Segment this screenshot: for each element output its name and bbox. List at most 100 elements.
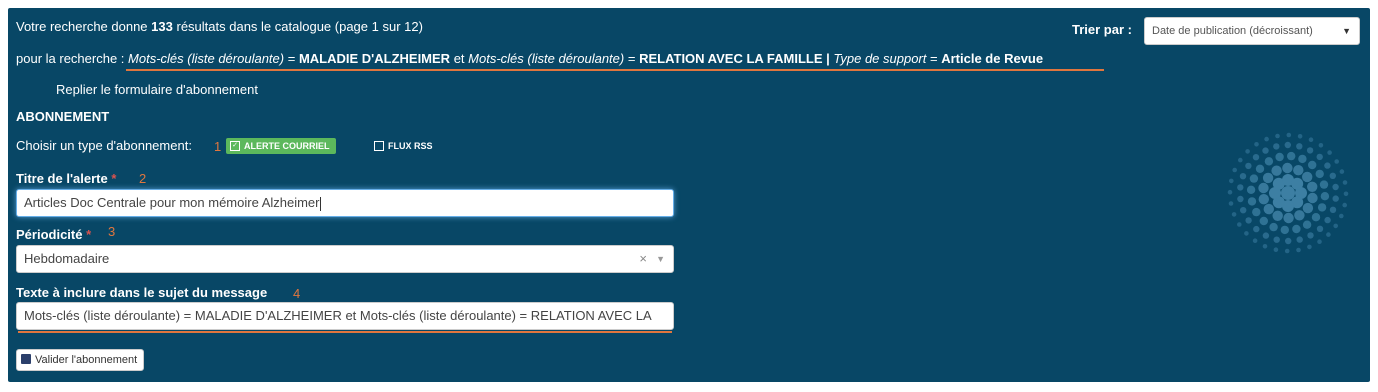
logo-dot xyxy=(1280,225,1289,235)
results-summary: Votre recherche donne 133 résultats dans… xyxy=(16,19,423,34)
collapse-form-link[interactable]: Replier le formulaire d'abonnement xyxy=(56,82,258,97)
floppy-disk-icon xyxy=(21,354,31,365)
periodicity-label-text: Périodicité xyxy=(16,227,83,242)
periodicity-select[interactable]: Hebdomadaire × ▼ xyxy=(16,245,674,273)
logo-dot xyxy=(1269,222,1278,232)
checkbox-checked-icon: ✓ xyxy=(230,140,240,151)
alert-title-label-text: Titre de l'alerte xyxy=(16,171,108,186)
results-suffix: résultats dans le catalogue (page 1 sur … xyxy=(176,19,423,34)
checkbox-icon xyxy=(374,140,384,151)
logo-dot xyxy=(1291,177,1304,190)
logo-dot xyxy=(1317,239,1322,244)
logo-dot xyxy=(1262,232,1270,239)
clear-icon[interactable]: × xyxy=(639,246,647,272)
query-field-1: Mots-clés (liste déroulante) xyxy=(128,51,285,66)
logo-dot xyxy=(1262,147,1269,154)
logo-dot xyxy=(1317,203,1327,212)
required-mark: * xyxy=(86,227,92,242)
logo-dot xyxy=(1302,220,1312,229)
logo-dot xyxy=(1263,203,1274,215)
email-alert-option[interactable]: ✓ ALERTE COURRIEL xyxy=(226,138,336,154)
logo-dot xyxy=(1252,154,1260,161)
logo-dot xyxy=(1252,207,1261,217)
logo-dot xyxy=(1245,217,1252,224)
logo-dot xyxy=(1284,141,1291,149)
logo-dot xyxy=(1308,160,1317,170)
email-alert-label: ALERTE COURRIEL xyxy=(244,141,330,151)
logo-dot xyxy=(1262,244,1268,249)
logo-dot xyxy=(1332,183,1339,191)
logo-dot xyxy=(1307,232,1314,239)
logo-dot xyxy=(1272,210,1283,221)
logo-dot xyxy=(1273,236,1280,243)
logo-dot xyxy=(1240,207,1247,214)
alert-title-input[interactable]: Articles Doc Centrale pour mon mémoire A… xyxy=(16,189,674,217)
logo-dot xyxy=(1308,137,1314,142)
logo-dot xyxy=(1275,152,1284,162)
subject-input[interactable]: Mots-clés (liste déroulante) = MALADIE D… xyxy=(16,302,674,330)
logo-dot xyxy=(1232,167,1237,173)
logo-dot xyxy=(1227,189,1233,195)
step-marker-1: 1 xyxy=(214,139,222,154)
logo-dot xyxy=(1343,191,1349,197)
logo-dot xyxy=(1293,165,1304,176)
query-field-3: Type de support xyxy=(833,51,927,66)
search-query: pour la recherche : Mots-clés (liste dér… xyxy=(16,51,1043,66)
periodicity-value: Hebdomadaire xyxy=(24,251,110,266)
logo-dot xyxy=(1319,180,1329,189)
validate-subscription-label: Valider l'abonnement xyxy=(35,354,138,366)
rss-label: FLUX RSS xyxy=(388,141,433,151)
sort-select[interactable]: Date de publication (décroissant) ▼ xyxy=(1144,17,1360,45)
subject-value: Mots-clés (liste déroulante) = MALADIE D… xyxy=(24,308,652,323)
logo-dot xyxy=(1281,186,1295,200)
logo-dot xyxy=(1302,171,1313,183)
logo-dot xyxy=(1271,165,1282,176)
query-eq-1: = xyxy=(287,51,296,66)
logo-dot xyxy=(1264,157,1274,166)
logo-dot xyxy=(1302,202,1314,214)
dotted-circle-logo xyxy=(1227,132,1349,254)
sort-label: Trier par : xyxy=(1072,22,1132,37)
logo-dot xyxy=(1342,180,1348,185)
logo-dot xyxy=(1246,185,1256,194)
logo-dot xyxy=(1333,223,1338,229)
alert-title-label: Titre de l'alerte * xyxy=(16,171,116,186)
logo-dot xyxy=(1283,212,1294,224)
results-prefix: Votre recherche donne xyxy=(16,19,148,34)
logo-dot xyxy=(1275,133,1280,139)
subscription-heading: ABONNEMENT xyxy=(16,109,110,124)
logo-dot xyxy=(1297,134,1303,139)
step-marker-3: 3 xyxy=(108,224,116,239)
logo-dot xyxy=(1237,184,1244,191)
query-value-2: RELATION AVEC LA FAMILLE | xyxy=(639,51,830,66)
rss-option[interactable]: FLUX RSS xyxy=(374,138,433,154)
logo-dot xyxy=(1318,143,1324,148)
logo-dot xyxy=(1315,169,1324,179)
logo-dot xyxy=(1334,159,1339,164)
logo-dot xyxy=(1311,213,1321,222)
logo-dot xyxy=(1253,225,1260,233)
query-value-1: MALADIE D'ALZHEIMER xyxy=(298,51,451,66)
logo-dot xyxy=(1228,201,1234,206)
validate-subscription-button[interactable]: Valider l'abonnement xyxy=(16,349,145,371)
logo-dot xyxy=(1252,238,1258,243)
query-eq-3: = xyxy=(930,51,938,66)
logo-dot xyxy=(1244,231,1249,236)
periodicity-label: Périodicité * xyxy=(16,227,91,242)
logo-dot xyxy=(1327,150,1332,155)
logo-dot xyxy=(1282,162,1293,174)
logo-dot xyxy=(1231,212,1237,217)
logo-dot xyxy=(1324,216,1331,224)
logo-dot xyxy=(1247,197,1257,206)
logo-dot xyxy=(1259,216,1268,226)
logo-dot xyxy=(1296,143,1303,150)
logo-dot xyxy=(1273,143,1280,150)
logo-dot xyxy=(1254,142,1259,147)
logo-dot xyxy=(1273,247,1279,252)
logo-dot xyxy=(1306,147,1314,154)
subject-label: Texte à inclure dans le sujet du message xyxy=(16,285,268,300)
logo-dot xyxy=(1239,173,1247,180)
logo-dot xyxy=(1316,225,1324,232)
logo-dot xyxy=(1249,174,1259,183)
logo-dot xyxy=(1258,194,1269,205)
